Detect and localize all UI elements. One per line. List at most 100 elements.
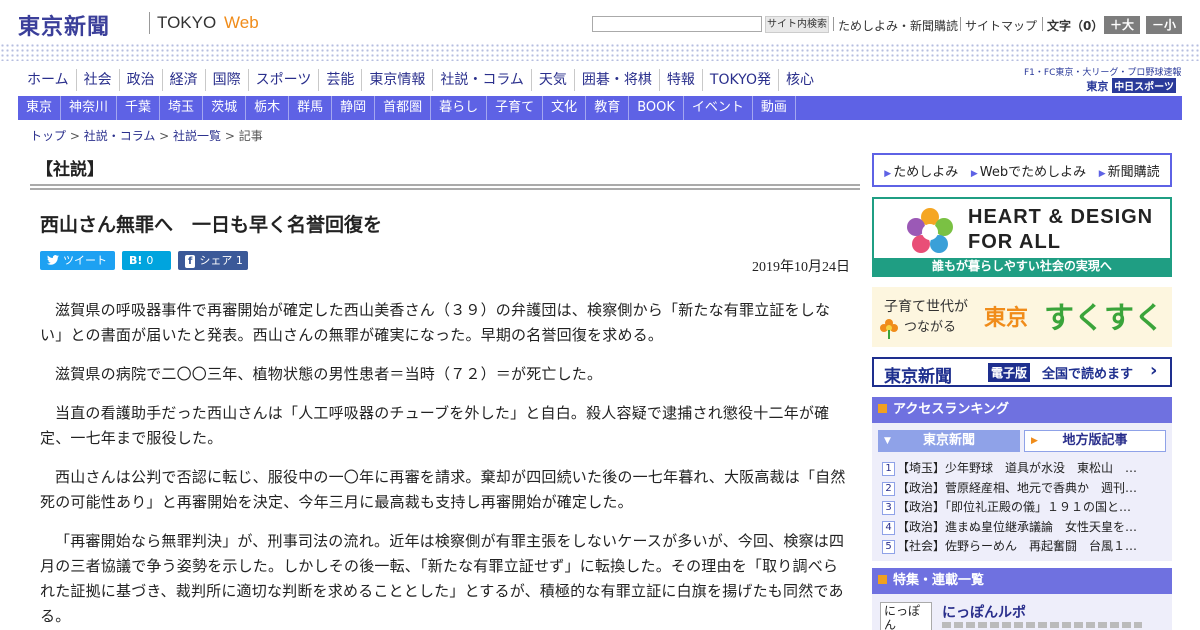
nav-entertainment[interactable]: 芸能	[318, 69, 361, 91]
nav-region-kanagawa[interactable]: 神奈川	[61, 96, 118, 120]
nav-region-shizuoka[interactable]: 静岡	[332, 96, 376, 120]
article-date: 2019年10月24日	[752, 260, 850, 275]
triangle-down-icon: ▼	[884, 436, 891, 446]
e-paper-banner[interactable]: 東京新聞 電子版 全国で読めます ›	[872, 357, 1172, 387]
tweet-button[interactable]: ツイート	[40, 251, 115, 270]
font-size-down-button[interactable]: －小	[1146, 16, 1182, 34]
breadcrumb-top[interactable]: トップ	[30, 129, 66, 143]
e-paper-tag: 電子版	[988, 363, 1031, 382]
features-title: 特集・連載一覧	[893, 573, 985, 588]
ranking-item[interactable]: 5 【社会】佐野らーめん 再起奮闘 台風１…	[882, 537, 1166, 557]
feature-thumbnail[interactable]: にっぽん	[880, 602, 932, 630]
nav-culture[interactable]: 文化	[543, 96, 587, 120]
nav-region-tochigi[interactable]: 栃木	[246, 96, 290, 120]
search-button[interactable]: サイト内検索	[765, 16, 829, 33]
heart-design-banner[interactable]: HEART & DESIGN FOR ALL 誰もが暮らしやすい社会の実現へ	[872, 197, 1172, 277]
nav-tokyo-info[interactable]: 東京情報	[361, 69, 432, 91]
nav-go-shogi[interactable]: 囲碁・将棋	[573, 69, 659, 91]
subscription-label: 新聞購読	[1107, 164, 1160, 180]
e-paper-logo: 東京新聞	[884, 367, 952, 387]
nav-education[interactable]: 教育	[586, 96, 630, 120]
subscribe-link[interactable]: ためしよみ・新聞購読	[838, 17, 958, 34]
hatena-count: 0	[146, 254, 154, 267]
tameshiyomi-banner: ▶ ためしよみ ▶ Webでためしよみ ▶ 新聞購読	[872, 153, 1172, 187]
ranking-item[interactable]: 2 【政治】菅原経産相、地元で香典か 週刊…	[882, 479, 1166, 499]
ranking-item[interactable]: 1 【埼玉】少年野球 道具が水没 東松山 …	[882, 459, 1166, 479]
nav-region-gunma[interactable]: 群馬	[289, 96, 333, 120]
nav-economy[interactable]: 経済	[161, 69, 205, 91]
hatena-bookmark-button[interactable]: B! 0	[122, 251, 171, 270]
facebook-share-label: シェア	[199, 254, 233, 267]
chunichi-sports-logo[interactable]: F1・FC東京・大リーグ・プロ野球速報 東京 中日スポーツ	[1024, 65, 1182, 94]
tameshiyomi-link[interactable]: ▶ ためしよみ	[884, 161, 958, 180]
heart-design-title: HEART & DESIGN	[968, 206, 1154, 228]
facebook-share-button[interactable]: f シェア 1	[178, 251, 248, 270]
ranking-tab-local[interactable]: ▶ 地方版記事	[1024, 430, 1166, 452]
sports-logo-title: 中日スポーツ	[1112, 78, 1176, 93]
nav-society[interactable]: 社会	[75, 69, 119, 91]
sports-logo-prefix: 東京	[1086, 80, 1109, 93]
feature-item-description	[942, 622, 1142, 628]
article-paragraph: 西山さんは公判で否認に転じ、服役中の一〇年に再審を請求。棄却が四回続いた後の一七…	[40, 468, 846, 511]
search-input[interactable]	[592, 16, 762, 32]
breadcrumb-sep: >	[66, 129, 84, 143]
nav-region-shutoken[interactable]: 首都圏	[375, 96, 432, 120]
ranking-number: 3	[882, 501, 895, 515]
ranking-list: 1 【埼玉】少年野球 道具が水没 東松山 … 2 【政治】菅原経産相、地元で香典か …	[882, 459, 1166, 557]
nav-region-chiba[interactable]: 千葉	[117, 96, 161, 120]
nav-parenting[interactable]: 子育て	[487, 96, 544, 120]
ranking-item-text: 【埼玉】少年野球 道具が水没 東松山 …	[897, 461, 1138, 475]
sukusuku-tagline-2: つながる	[904, 320, 957, 335]
dotted-band	[0, 43, 1200, 61]
nav-sports[interactable]: スポーツ	[247, 69, 319, 91]
nav-editorial[interactable]: 社説・コラム	[432, 69, 531, 91]
web-tameshiyomi-link[interactable]: ▶ Webでためしよみ	[971, 161, 1086, 180]
divider	[1042, 17, 1043, 31]
features-panel: にっぽん にっぽんルポ	[872, 594, 1172, 630]
site-header: 東京新聞 TOKYO Web サイト内検索 ためしよみ・新聞購読 サイトマップ …	[0, 0, 1200, 48]
breadcrumb-current: 記事	[238, 129, 263, 143]
ranking-number: 2	[882, 481, 895, 496]
nav-tokuho[interactable]: 特報	[658, 69, 702, 91]
sports-logo-tagline: F1・FC東京・大リーグ・プロ野球速報	[1024, 68, 1182, 78]
ranking-tab-tokyo-label: 東京新聞	[922, 433, 975, 448]
logo-web-text[interactable]: Web	[224, 13, 259, 33]
breadcrumb-editorial-list[interactable]: 社説一覧	[173, 129, 221, 143]
nav-kakushin[interactable]: 核心	[777, 69, 821, 91]
feature-item-title[interactable]: にっぽんルポ	[942, 602, 1026, 622]
hatena-bookmark-icon: B!	[129, 254, 143, 267]
nav-weather[interactable]: 天気	[530, 69, 574, 91]
twitter-bird-icon	[47, 251, 59, 270]
article-headline: 西山さん無罪へ 一日も早く名誉回復を	[40, 214, 383, 236]
facebook-share-count: 1	[235, 254, 243, 267]
nav-politics[interactable]: 政治	[118, 69, 162, 91]
ranking-number: 5	[882, 540, 895, 554]
nav-international[interactable]: 国際	[204, 69, 248, 91]
ranking-item[interactable]: 3 【政治】「即位礼正殿の儀」１９１の国と…	[882, 498, 1166, 518]
nav-region-saitama[interactable]: 埼玉	[160, 96, 204, 120]
ranking-item-text: 【政治】「即位礼正殿の儀」１９１の国と…	[897, 500, 1132, 514]
ranking-item[interactable]: 4 【政治】進まぬ皇位継承議論 女性天皇を…	[882, 518, 1166, 538]
font-size-up-button[interactable]: ＋大	[1104, 16, 1140, 34]
arrow-right-icon: ▶	[884, 168, 892, 179]
nav-region-ibaraki[interactable]: 茨城	[203, 96, 247, 120]
sitemap-link[interactable]: サイトマップ	[965, 17, 1037, 34]
site-logo[interactable]: 東京新聞	[18, 9, 110, 41]
subscription-link[interactable]: ▶ 新聞購読	[1099, 161, 1160, 180]
nav-tokyo-hatsu[interactable]: TOKYO発	[701, 69, 778, 91]
breadcrumb-sep: >	[221, 129, 239, 143]
sukusuku-title: すくすく	[1044, 301, 1164, 336]
tweet-label: ツイート	[63, 254, 107, 267]
heart-design-caption: 誰もが暮らしやすい社会の実現へ	[874, 258, 1170, 275]
tokyo-sukusuku-banner[interactable]: 子育て世代が つながる 東京 すくすく	[872, 287, 1172, 347]
nav-event[interactable]: イベント	[684, 96, 753, 120]
breadcrumb-sep: >	[155, 129, 174, 143]
nav-region-tokyo[interactable]: 東京	[18, 96, 62, 120]
logo-tokyo-text[interactable]: TOKYO	[157, 13, 216, 33]
nav-video[interactable]: 動画	[753, 96, 796, 120]
ranking-tab-tokyo[interactable]: ▼ 東京新聞	[878, 430, 1020, 452]
nav-home[interactable]: ホーム	[20, 69, 76, 91]
breadcrumb-editorial[interactable]: 社説・コラム	[84, 129, 156, 143]
nav-book[interactable]: BOOK	[629, 96, 684, 120]
nav-living[interactable]: 暮らし	[431, 96, 488, 120]
